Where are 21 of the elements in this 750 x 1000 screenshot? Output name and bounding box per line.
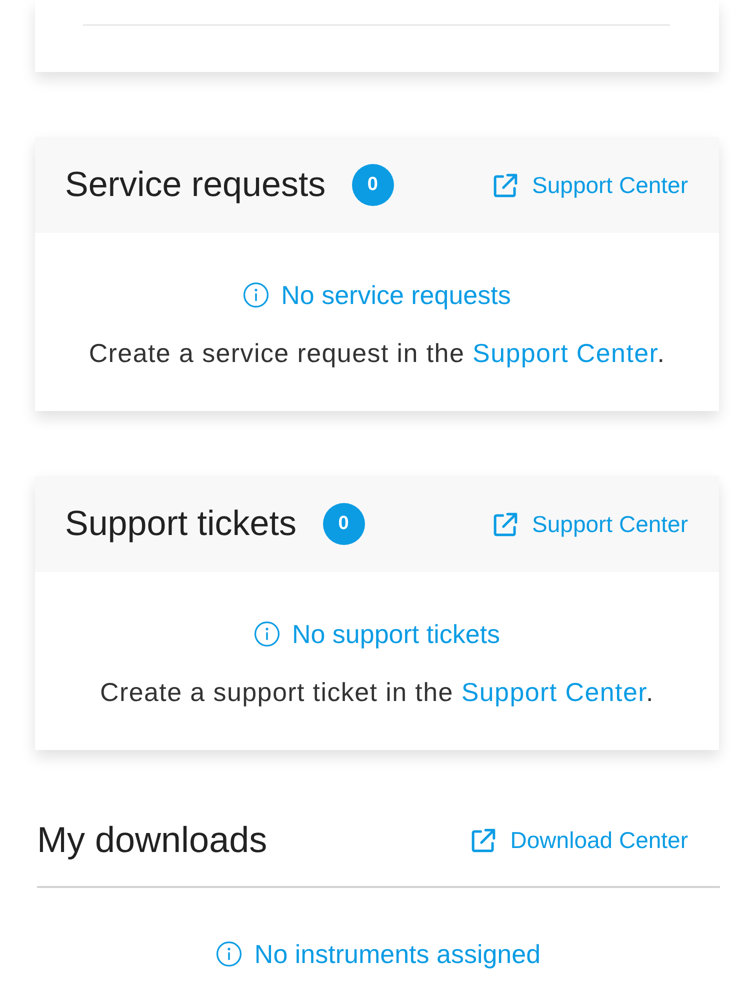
empty-state-text: Create a service request in the Support Center. — [88, 337, 666, 370]
inline-link[interactable]: Support Center — [461, 677, 646, 707]
external-link-icon — [493, 172, 518, 198]
empty-state-text: Create a support ticket in the Support Center. — [100, 676, 654, 709]
count-badge: 0 — [322, 503, 364, 545]
inline-link[interactable]: Support Center — [472, 338, 658, 368]
external-link[interactable]: Support Center — [493, 172, 688, 198]
external-link[interactable]: Support Center — [493, 510, 688, 538]
empty-state-title: No service requests — [281, 279, 511, 312]
info-icon — [254, 621, 280, 647]
empty-state-title: No support tickets — [292, 618, 500, 651]
external-link[interactable]: Download Center — [471, 826, 688, 854]
info-icon — [243, 282, 270, 308]
info-icon — [216, 941, 242, 967]
empty-state-title: No instruments assigned — [254, 938, 541, 971]
section-title: Support tickets — [65, 503, 296, 545]
external-link-icon — [471, 828, 496, 852]
external-link-icon — [493, 512, 518, 536]
section-title: Service requests — [65, 164, 326, 206]
section-title: My downloads — [37, 818, 268, 862]
count-badge: 0 — [352, 164, 394, 206]
